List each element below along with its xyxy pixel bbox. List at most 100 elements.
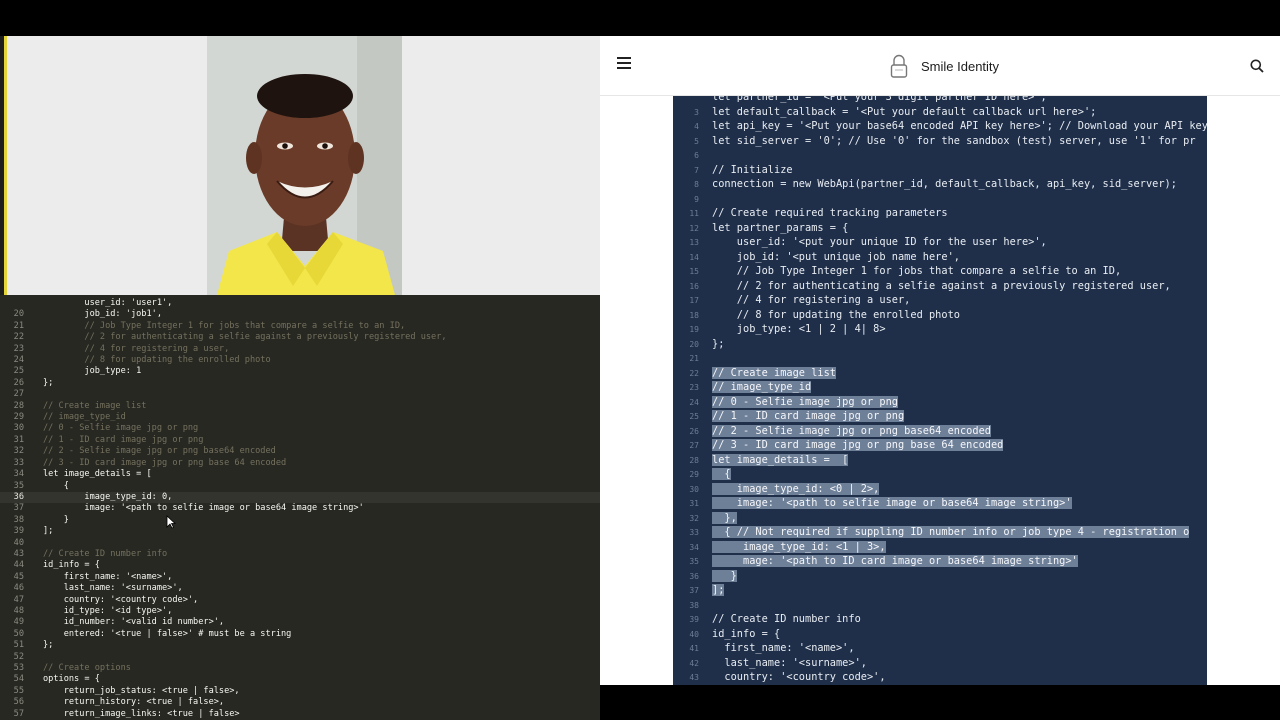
line-number: 54 (13, 674, 24, 685)
editor-line[interactable]: 56 return_history: <true | false>, (0, 697, 600, 708)
line-text: // image_type_id (43, 412, 126, 423)
line-text: // Initialize (712, 163, 793, 176)
selected-text[interactable]: // 1 - ID card image jpg or png (712, 410, 905, 422)
code-sample-block[interactable]: let partner_id = '<Put your 3 digit part… (673, 96, 1207, 685)
editor-line[interactable]: 26}; (0, 378, 600, 389)
editor-line[interactable]: 46 last_name: '<surname>', (0, 583, 600, 594)
line-number: 23 (13, 343, 24, 354)
code-line: 11 // Create required tracking parameters (673, 206, 1207, 221)
line-text: // Create image list (43, 400, 147, 411)
line-number: 30 (13, 423, 24, 434)
code-line: 43 country: '<country code>', (673, 670, 1207, 685)
editor-line[interactable]: 45 first_name: '<name>', (0, 572, 600, 583)
selected-text[interactable]: image_type_id: <1 | 3>, (712, 540, 886, 553)
selected-text[interactable]: { (712, 468, 731, 480)
code-line: 22 // Create image list (673, 366, 1207, 381)
selected-text[interactable]: image_type_id: <0 | 2>, (712, 482, 880, 495)
code-line: 34 image_type_id: <1 | 3>, (673, 540, 1207, 555)
editor-line[interactable]: 48 id_type: '<id type>', (0, 606, 600, 617)
line-number: 43 (13, 548, 24, 559)
editor-line[interactable]: 40 (0, 538, 600, 549)
code-line: 30 image_type_id: <0 | 2>, (673, 482, 1207, 497)
selected-text[interactable]: // Create image list (712, 366, 836, 379)
code-line: 37]; (673, 583, 1207, 598)
brand[interactable]: Smile Identity (890, 53, 999, 79)
editor-line[interactable]: 49 id_number: '<valid id number>', (0, 617, 600, 628)
editor-line[interactable]: 43 // Create ID number info (0, 549, 600, 560)
search-icon[interactable] (1250, 59, 1264, 73)
selected-text[interactable]: let image_details = [ (712, 453, 849, 466)
line-text: job_id: 'job1', (43, 309, 162, 320)
editor-line[interactable]: 34 let image_details = [ (0, 469, 600, 480)
code-line: 23 // image_type_id (673, 380, 1207, 395)
editor-line[interactable]: 31 // 1 - ID card image jpg or png (0, 435, 600, 446)
editor-line[interactable]: 25 job_type: 1 (0, 366, 600, 377)
selected-text[interactable]: { // Not required if suppling ID number … (712, 526, 1190, 538)
line-number: 57 (13, 708, 24, 719)
editor-line[interactable]: 39]; (0, 526, 600, 537)
editor-line[interactable]: 35 { (0, 481, 600, 492)
line-number: 44 (13, 560, 24, 571)
line-text: job_type: 1 (43, 366, 142, 377)
line-text: // 4 for registering a user, (43, 343, 230, 354)
editor-line[interactable]: 52 (0, 652, 600, 663)
line-number: 36 (13, 491, 24, 502)
line-number: 29 (689, 470, 699, 479)
editor-line[interactable]: 22 // 2 for authenticating a selfie agai… (0, 332, 600, 343)
code-editor[interactable]: user_id: 'user1', 20 job_id: 'job1', 21 //… (0, 295, 600, 720)
code-line: 15 // Job Type Integer 1 for jobs that c… (673, 264, 1207, 279)
hamburger-menu-icon[interactable] (617, 57, 631, 69)
editor-line[interactable]: 55 return_job_status: <true | false>, (0, 686, 600, 697)
line-number: 25 (689, 412, 699, 421)
editor-line[interactable]: 20 job_id: 'job1', (0, 309, 600, 320)
line-number: 11 (689, 209, 699, 218)
code-line: 16 // 2 for authenticating a selfie agai… (673, 279, 1207, 294)
editor-line[interactable]: 57 return_image_links: <true | false> (0, 709, 600, 720)
editor-line[interactable]: 47 country: '<country code>', (0, 595, 600, 606)
selected-text[interactable]: // 0 - Selfie image jpg or png (712, 395, 898, 408)
selected-text[interactable]: mage: '<path to ID card image or base64 … (712, 555, 1078, 567)
line-number: 38 (13, 514, 24, 525)
editor-line[interactable]: 51}; (0, 640, 600, 651)
line-text: first_name: '<name>', (712, 642, 855, 654)
line-number: 52 (13, 651, 24, 662)
line-number: 45 (13, 571, 24, 582)
line-text: // Create ID number info (712, 613, 861, 625)
selected-text[interactable]: } (712, 569, 737, 582)
line-number: 25 (13, 366, 24, 377)
editor-line[interactable]: 54 options = { (0, 674, 600, 685)
editor-line[interactable]: 21 // Job Type Integer 1 for jobs that c… (0, 321, 600, 332)
editor-line[interactable]: 32 // 2 - Selfie image jpg or png base64 … (0, 446, 600, 457)
line-number: 21 (13, 320, 24, 331)
site-header: Smile Identity (600, 36, 1280, 96)
editor-line[interactable]: 37 image: '<path to selfie image or base… (0, 503, 600, 514)
editor-line[interactable]: 50 entered: '<true | false>' # must be a… (0, 629, 600, 640)
code-line: 40 id_info = { (673, 627, 1207, 642)
editor-line[interactable]: 29 // image_type_id (0, 412, 600, 423)
selected-text[interactable]: // 3 - ID card image jpg or png base 64 … (712, 439, 1004, 451)
editor-line[interactable]: 23 // 4 for registering a user, (0, 344, 600, 355)
line-number: 48 (13, 605, 24, 616)
line-number: 31 (13, 434, 24, 445)
editor-line[interactable]: 27 (0, 389, 600, 400)
editor-line[interactable]: 36 image_type_id: 0, (0, 491, 600, 504)
line-text: // 2 for authenticating a selfie against… (43, 332, 447, 343)
line-number: 32 (13, 446, 24, 457)
editor-line[interactable]: 38 } (0, 515, 600, 526)
editor-line[interactable]: 44 id_info = { (0, 560, 600, 571)
line-text: // Create options (43, 663, 131, 673)
editor-line[interactable]: 24 // 8 for updating the enrolled photo (0, 355, 600, 366)
editor-line[interactable]: user_id: 'user1', (0, 298, 600, 309)
code-line: 21 (673, 351, 1207, 366)
editor-line[interactable]: 33 // 3 - ID card image jpg or png base 6… (0, 458, 600, 469)
selected-text[interactable]: image: '<path to selfie image or base64 … (712, 497, 1072, 509)
editor-line[interactable]: 53 // Create options (0, 663, 600, 674)
selected-text[interactable]: }, (712, 511, 737, 524)
selected-text[interactable]: ]; (712, 584, 725, 596)
selected-text[interactable]: // 2 - Selfie image jpg or png base64 en… (712, 424, 991, 437)
selected-text[interactable]: // image_type_id (712, 381, 812, 393)
code-line: 6 (673, 148, 1207, 163)
line-number: 6 (694, 151, 699, 160)
editor-line[interactable]: 30 // 0 - Selfie image jpg or png (0, 423, 600, 434)
editor-line[interactable]: 28 // Create image list (0, 401, 600, 412)
